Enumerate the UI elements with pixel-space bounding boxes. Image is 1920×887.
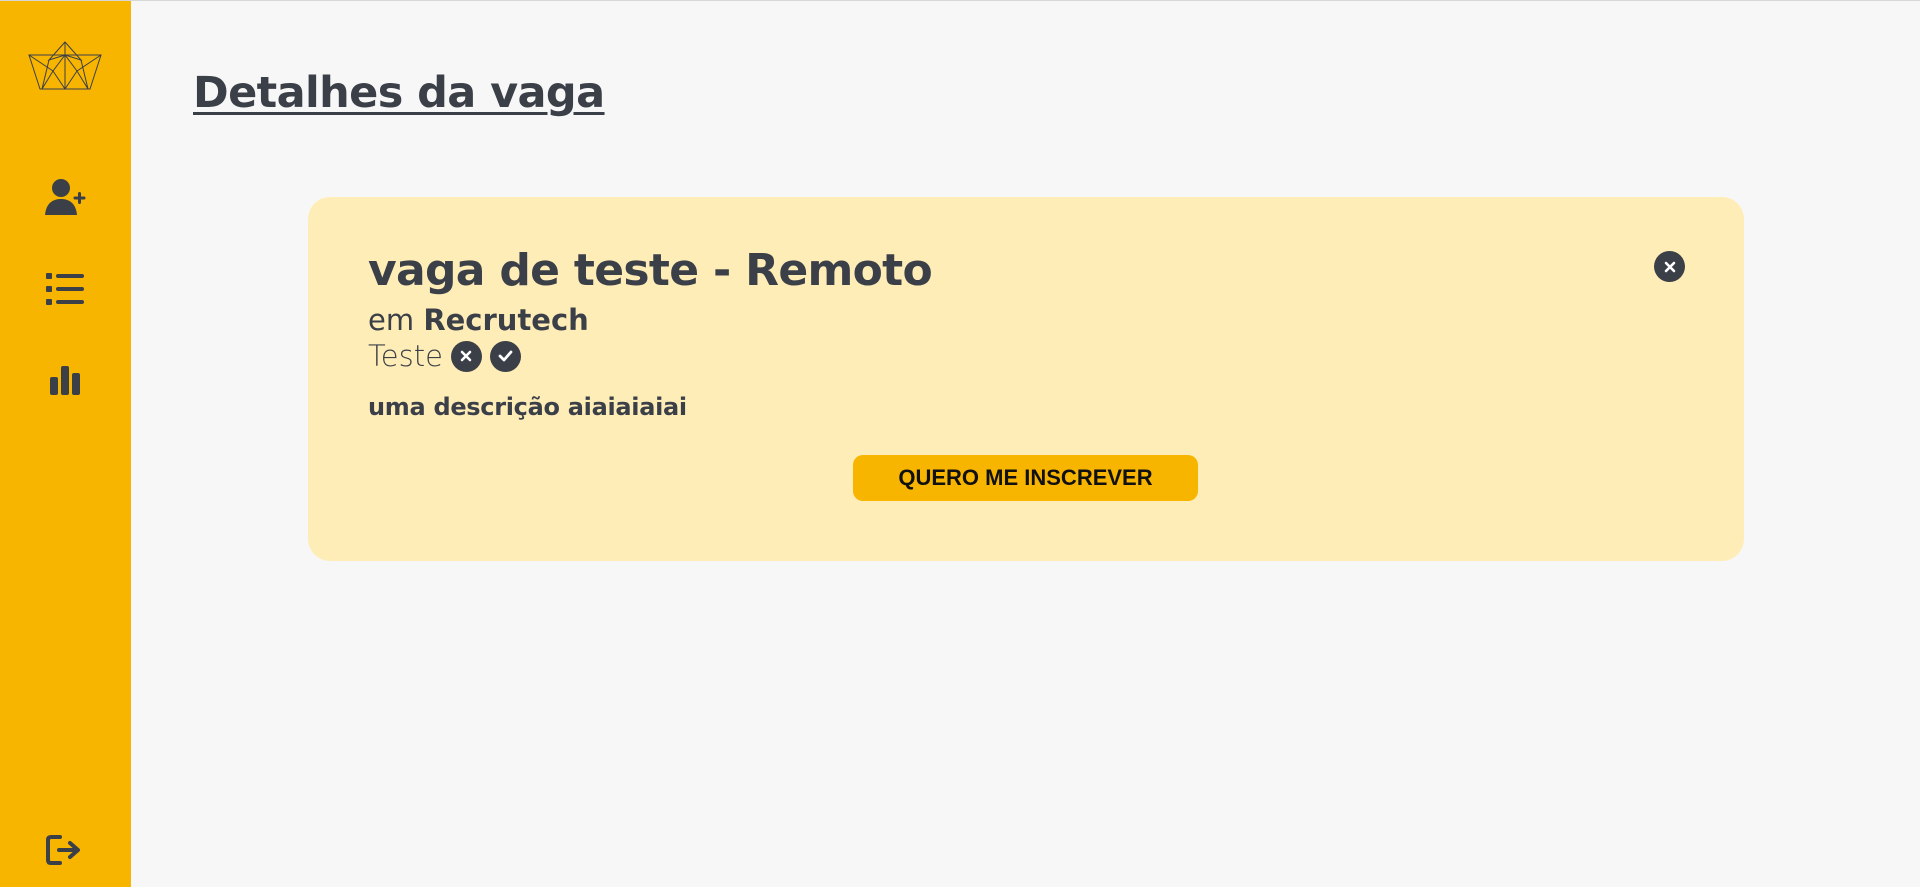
page-title: Detalhes da vaga (193, 68, 605, 118)
company-prefix: em (368, 303, 415, 337)
origami-logo-icon[interactable] (28, 39, 102, 93)
check-circle-icon[interactable] (489, 340, 521, 372)
job-location: Teste (368, 339, 443, 373)
x-circle-icon[interactable] (450, 340, 482, 372)
bar-chart-icon[interactable] (40, 357, 90, 401)
job-description: uma descrição aiaiaiaiai (368, 393, 687, 421)
add-user-icon[interactable] (40, 175, 90, 219)
list-icon[interactable] (40, 267, 90, 311)
job-details-card: vaga de teste - Remoto em Recrutech Test… (308, 197, 1744, 561)
top-border (0, 0, 1920, 1)
company-name: Recrutech (423, 303, 589, 337)
logout-icon[interactable] (40, 828, 90, 872)
company-line: em Recrutech (368, 303, 589, 337)
sidebar (0, 1, 131, 887)
job-title: vaga de teste - Remoto (368, 245, 933, 296)
location-row: Teste (368, 338, 521, 374)
close-icon[interactable] (1654, 251, 1685, 282)
apply-button[interactable]: QUERO ME INSCREVER (853, 455, 1198, 501)
